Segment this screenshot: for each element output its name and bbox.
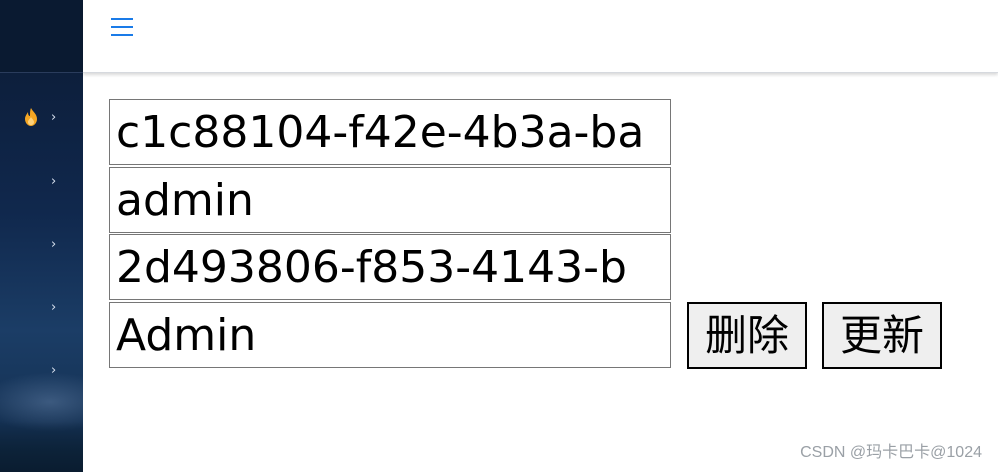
sidebar-item-3[interactable]: › — [0, 225, 83, 265]
sidebar-item-5[interactable]: › — [0, 351, 83, 391]
sidebar-logo-area — [0, 0, 83, 73]
app-window: › › › › › 删除 更新 CSDN @玛卡巴卡@1024 — [0, 0, 998, 472]
sidebar-item-1[interactable]: › — [0, 98, 83, 138]
chevron-right-icon: › — [51, 174, 57, 189]
chevron-right-icon: › — [51, 237, 57, 252]
sidebar-item-2[interactable]: › — [0, 162, 83, 202]
chevron-right-icon: › — [51, 110, 57, 125]
delete-button[interactable]: 删除 — [687, 302, 807, 369]
sidebar-item-4[interactable]: › — [0, 288, 83, 328]
flame-icon — [25, 108, 37, 126]
main-content: 删除 更新 — [83, 74, 998, 472]
sidebar-background-trees — [0, 422, 83, 472]
chevron-right-icon: › — [51, 300, 57, 315]
username-field[interactable] — [109, 167, 671, 233]
chevron-right-icon: › — [51, 363, 57, 378]
uuid-field[interactable] — [109, 234, 671, 300]
update-button[interactable]: 更新 — [822, 302, 942, 369]
hamburger-icon[interactable] — [110, 17, 134, 39]
role-field[interactable] — [109, 302, 671, 368]
watermark-text: CSDN @玛卡巴卡@1024 — [800, 444, 982, 461]
sidebar: › › › › › — [0, 0, 83, 472]
id-field[interactable] — [109, 99, 671, 165]
top-header — [83, 0, 998, 73]
